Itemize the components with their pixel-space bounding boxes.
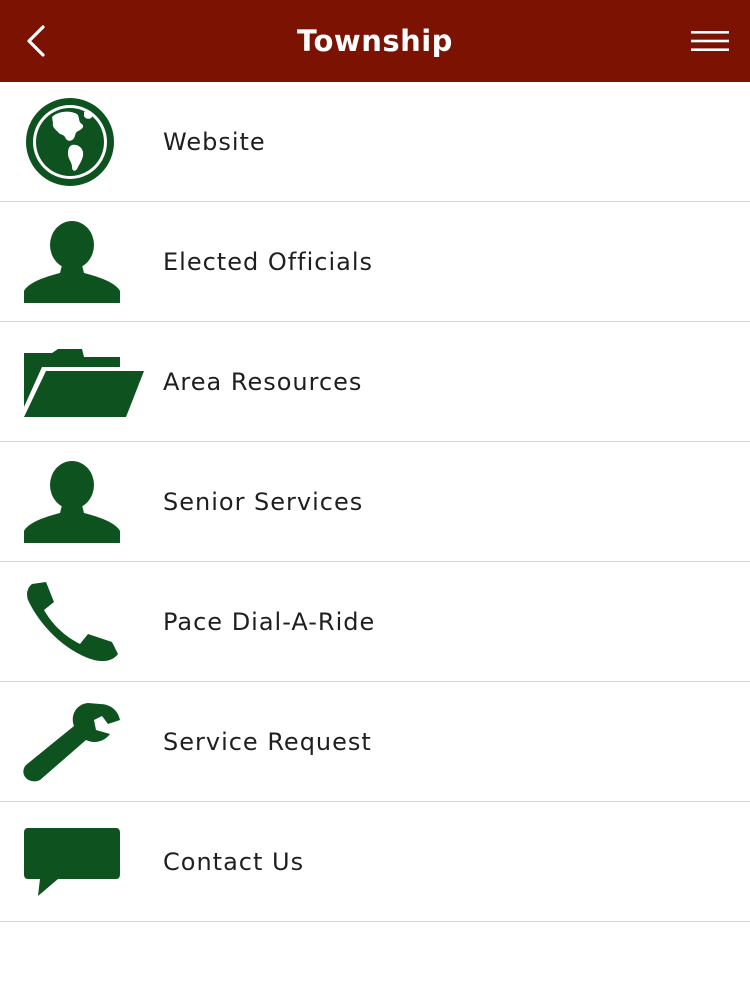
menu-item-label: Contact Us	[163, 847, 305, 876]
globe-icon	[26, 97, 114, 186]
menu-item-label: Website	[163, 127, 266, 156]
menu-item-elected-officials[interactable]: Elected Officials	[0, 202, 750, 322]
chat-bubble-icon	[24, 827, 120, 896]
back-button[interactable]	[18, 22, 54, 60]
menu-item-service-request[interactable]: Service Request	[0, 682, 750, 802]
menu-item-label: Elected Officials	[163, 247, 374, 276]
menu-item-website[interactable]: Website	[0, 82, 750, 202]
app-header: Township	[0, 0, 750, 82]
menu-button[interactable]	[690, 24, 730, 58]
menu-list: Website Elected Officials Area Resources	[0, 82, 750, 922]
folder-open-icon	[24, 348, 144, 417]
wrench-icon	[23, 702, 120, 781]
person-icon	[24, 220, 120, 303]
page-title: Township	[297, 24, 453, 58]
phone-icon	[27, 581, 118, 661]
menu-item-label: Area Resources	[163, 367, 363, 396]
menu-item-label: Pace Dial-A-Ride	[163, 607, 376, 636]
menu-item-senior-services[interactable]: Senior Services	[0, 442, 750, 562]
person-icon	[24, 460, 120, 543]
menu-item-label: Senior Services	[163, 487, 364, 516]
hamburger-menu-icon	[691, 31, 729, 51]
menu-item-area-resources[interactable]: Area Resources	[0, 322, 750, 442]
menu-item-contact-us[interactable]: Contact Us	[0, 802, 750, 922]
menu-item-pace-dial-a-ride[interactable]: Pace Dial-A-Ride	[0, 562, 750, 682]
chevron-left-icon	[27, 25, 45, 57]
menu-item-label: Service Request	[163, 727, 372, 756]
